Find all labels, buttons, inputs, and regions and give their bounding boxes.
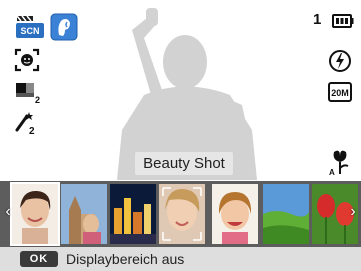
flash-off-icon (328, 49, 352, 73)
scene-filmstrip: ‹ › (0, 181, 361, 247)
scroll-left-icon[interactable]: ‹ (2, 202, 14, 222)
thumb-night-scene[interactable] (110, 184, 156, 244)
svg-text:SCN: SCN (20, 26, 39, 36)
thumb-frame-shot[interactable] (61, 184, 107, 244)
svg-text:20M: 20M (331, 88, 349, 98)
macro-flower-icon: A (328, 148, 352, 176)
thumb-landscape[interactable] (263, 184, 309, 244)
mode-label: Beauty Shot (135, 152, 233, 175)
thumb-portrait-frame[interactable] (159, 184, 205, 244)
resolution-icon: 20M (328, 82, 352, 102)
ok-button[interactable]: OK (20, 251, 58, 267)
svg-text:2: 2 (29, 126, 35, 136)
bottom-hint-bar: OK Displaybereich aus (0, 247, 361, 271)
battery-icon (332, 14, 354, 28)
hint-text: Displaybereich aus (66, 251, 185, 267)
thumb-beauty-shot[interactable] (10, 182, 60, 246)
camera-screen: SCN 2 2 1 20M A Beauty Shot ‹ › OK Displ… (0, 0, 361, 271)
svg-text:2: 2 (35, 95, 40, 104)
scene-mode-icon: SCN (14, 14, 46, 40)
svg-text:A: A (329, 168, 335, 176)
shot-count: 1 (313, 11, 322, 28)
beauty-mode-icon (50, 13, 78, 41)
scroll-right-icon[interactable]: › (347, 202, 359, 222)
metering-icon: 2 (14, 80, 40, 104)
retouch-level-icon: 2 (14, 110, 40, 136)
face-detection-icon (14, 48, 40, 72)
thumb-children[interactable] (212, 184, 258, 244)
